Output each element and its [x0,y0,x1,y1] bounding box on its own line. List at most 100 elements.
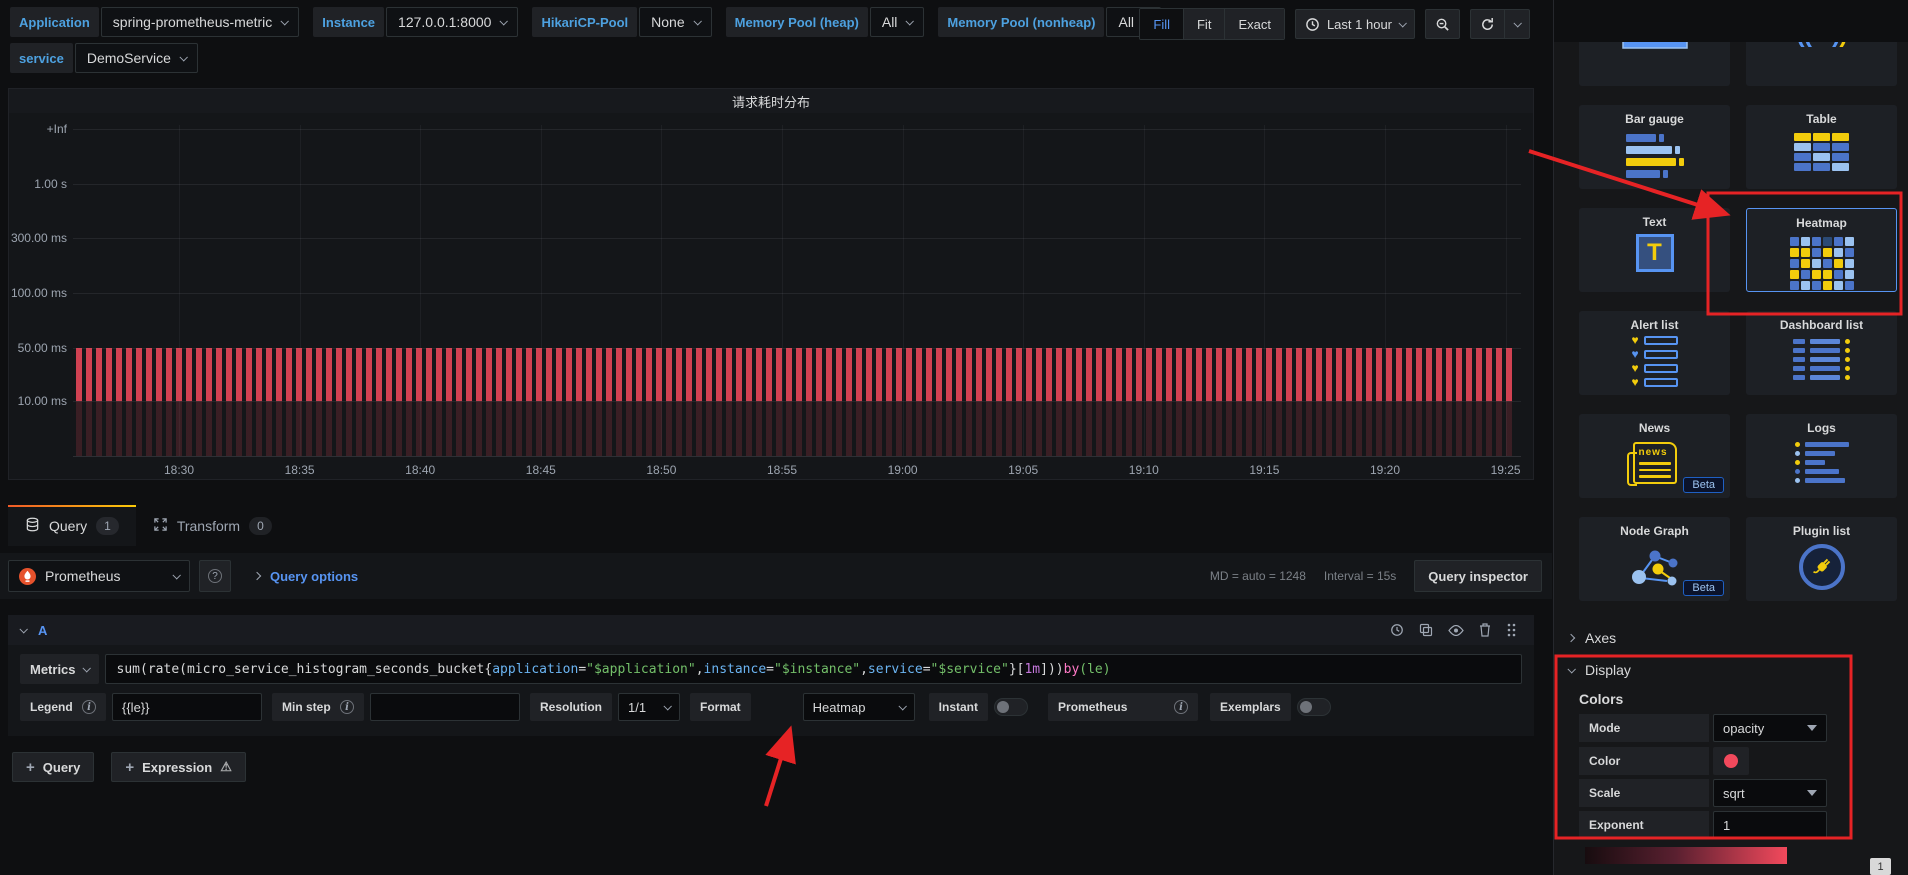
min-step-label: Min step [282,700,331,714]
section-axes[interactable]: Axes [1568,630,1616,646]
add-query-button[interactable]: + Query [12,752,94,782]
viz-tile-heatmap[interactable]: Heatmap [1746,208,1897,292]
promql-token: instance [704,662,767,677]
visualization-sidebar: ((79))Bar gaugeTableTextTHeatmapAlert li… [1553,0,1908,875]
query-inspector-button[interactable]: Query inspector [1414,560,1542,592]
display-option-exponent-input[interactable]: 1 [1713,811,1827,839]
history-icon[interactable] [1390,623,1404,637]
zoom-out-icon [1435,17,1450,32]
info-icon[interactable]: i [1174,700,1188,714]
exemplars-label-chip: Exemplars [1210,693,1291,721]
viz-tile-bar-gauge[interactable]: Bar gauge [1579,105,1730,189]
promql-input[interactable]: sum(rate(micro_service_histogram_seconds… [105,654,1522,684]
chevron-down-icon [281,17,289,25]
logs-icon [1795,440,1849,483]
display-option-value: sqrt [1723,786,1745,801]
refresh-button[interactable] [1470,9,1504,39]
promql-token: "$application" [586,662,696,677]
interval-stat: Interval = 15s [1324,569,1396,583]
variable-label-instance: Instance [313,7,384,37]
news-icon: news [1633,440,1677,484]
metrics-dropdown[interactable]: Metrics [20,654,99,684]
viz-tile-label: Table [1806,112,1836,126]
query-options-toggle[interactable]: Query options [254,569,358,584]
min-step-input[interactable] [370,693,520,721]
heatmap-plot[interactable]: +Inf1.00 s300.00 ms100.00 ms50.00 ms10.0… [9,113,1533,479]
clock-icon [1305,17,1320,32]
zoom-out-button[interactable] [1425,9,1460,39]
variable-label-memory-pool-nonheap: Memory Pool (nonheap) [938,7,1104,37]
add-expression-button[interactable]: + Expression ⚠ [111,752,246,782]
collapse-chevron-icon[interactable] [19,625,27,633]
heatmap-band-0-10ms [76,401,1513,456]
viz-tile-news[interactable]: NewsnewsBeta [1579,414,1730,498]
viz-tile-dashboard-list[interactable]: Dashboard list [1746,311,1897,395]
promql-token: }[ [1009,662,1025,677]
beta-badge: Beta [1683,477,1724,493]
caret-down-icon [1807,790,1817,796]
variable-current-value: All [882,14,898,30]
viz-tile-text[interactable]: TextT [1579,208,1730,292]
viz-tile-node-graph[interactable]: Node GraphBeta [1579,517,1730,601]
legend-input[interactable]: {{le}} [112,693,262,721]
info-icon[interactable]: i [82,700,96,714]
x-axis-tick: 19:15 [1249,463,1279,477]
trash-icon[interactable] [1479,623,1491,637]
viz-tile-table[interactable]: Table [1746,105,1897,189]
info-icon[interactable]: i [340,700,354,714]
resolution-select[interactable]: 1/1 [618,693,680,721]
x-axis-tick: 18:40 [405,463,435,477]
variable-value-instance[interactable]: 127.0.0.1:8000 [386,7,518,37]
format-select[interactable]: Heatmap [803,693,915,721]
chevron-down-icon [172,571,180,579]
chevron-right-icon [253,572,261,580]
table-icon [1794,131,1849,171]
resolution-label-chip: Resolution [530,693,612,721]
view-mode-fit[interactable]: Fit [1184,9,1225,39]
variable-application: Applicationspring-prometheus-metric [10,7,299,37]
instant-toggle[interactable] [994,698,1028,716]
promql-token: = [766,662,774,677]
colors-group-label: Colors [1579,691,1623,707]
display-option-mode-select[interactable]: opacity [1713,714,1827,742]
datasource-help-button[interactable]: ? [199,560,231,592]
query-header[interactable]: A [8,615,1534,645]
exemplars-toggle[interactable] [1297,698,1331,716]
y-axis-tick: 50.00 ms [9,341,67,355]
format-value: Heatmap [813,700,866,715]
variable-value-hikaricp-pool[interactable]: None [639,7,711,37]
duplicate-icon[interactable] [1419,623,1433,637]
exemplars-label: Exemplars [1220,700,1281,714]
variable-value-application[interactable]: spring-prometheus-metric [101,7,300,37]
refresh-interval-dropdown[interactable] [1504,9,1530,39]
panel-title[interactable]: 请求耗时分布 [9,89,1533,113]
view-mode-fill[interactable]: Fill [1140,9,1184,39]
promql-token: , [860,662,868,677]
color-swatch-cell[interactable] [1713,747,1749,775]
promql-token: 1m [1024,662,1040,677]
datasource-select[interactable]: Prometheus [8,560,190,592]
time-range-picker[interactable]: Last 1 hour [1295,9,1415,39]
variable-value-service[interactable]: DemoService [75,43,198,73]
viz-tile-logs[interactable]: Logs [1746,414,1897,498]
display-option-scale-select[interactable]: sqrt [1713,779,1827,807]
viz-tile-alert-list[interactable]: Alert list♥♥♥♥ [1579,311,1730,395]
transform-icon [153,517,168,535]
viz-tile-plugin-list[interactable]: Plugin list [1746,517,1897,601]
tab-query[interactable]: Query1 [8,505,136,546]
viz-tile-label: Heatmap [1796,216,1847,230]
max-data-points-stat: MD = auto = 1248 [1210,569,1306,583]
tab-transform[interactable]: Transform0 [136,505,289,546]
variable-value-memory-pool-heap[interactable]: All [870,7,925,37]
drag-handle-icon[interactable] [1506,623,1516,637]
disable-eye-icon[interactable] [1448,625,1464,636]
heatmap-icon [1790,235,1854,290]
chevron-right-icon [1567,634,1575,642]
promql-token: , [696,662,704,677]
section-display[interactable]: Display [1568,662,1631,678]
y-axis-tick: 100.00 ms [9,286,67,300]
view-mode-exact[interactable]: Exact [1225,9,1284,39]
x-axis-tick: 18:45 [526,463,556,477]
chevron-down-icon [82,664,90,672]
bar-gauge-icon [1626,131,1684,178]
